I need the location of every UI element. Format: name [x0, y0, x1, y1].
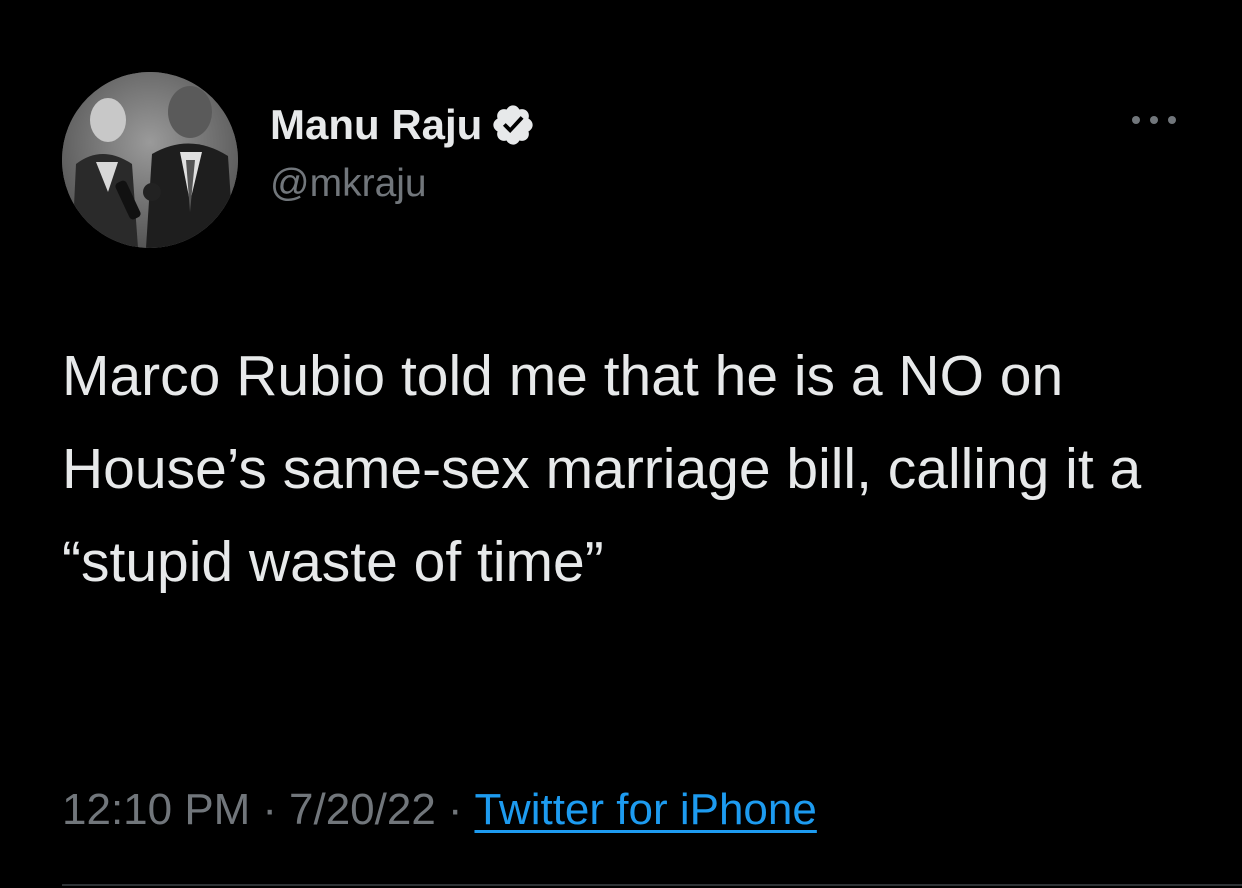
user-handle[interactable]: @mkraju — [270, 162, 536, 206]
display-name[interactable]: Manu Raju — [270, 101, 482, 149]
tweet-source-link[interactable]: Twitter for iPhone — [474, 785, 816, 835]
avatar[interactable] — [62, 72, 238, 248]
tweet-text: Marco Rubio told me that he is a NO on H… — [62, 344, 1142, 594]
tweet-meta: 12:10 PM · 7/20/22 · Twitter for iPhone — [62, 785, 817, 835]
tweet-card: Manu Raju @mkraju Marco Rubio told me th… — [0, 0, 1242, 888]
more-dots-icon[interactable] — [1126, 106, 1182, 134]
meta-separator: · — [262, 785, 277, 834]
tweet-time[interactable]: 12:10 PM — [62, 785, 250, 835]
author-block: Manu Raju @mkraju — [270, 100, 536, 206]
tweet-date[interactable]: 7/20/22 — [289, 785, 436, 835]
divider — [62, 884, 1242, 886]
verified-check-icon — [493, 105, 533, 145]
meta-separator: · — [447, 785, 463, 834]
display-name-row: Manu Raju — [270, 100, 536, 150]
avatar-photo — [62, 72, 238, 248]
